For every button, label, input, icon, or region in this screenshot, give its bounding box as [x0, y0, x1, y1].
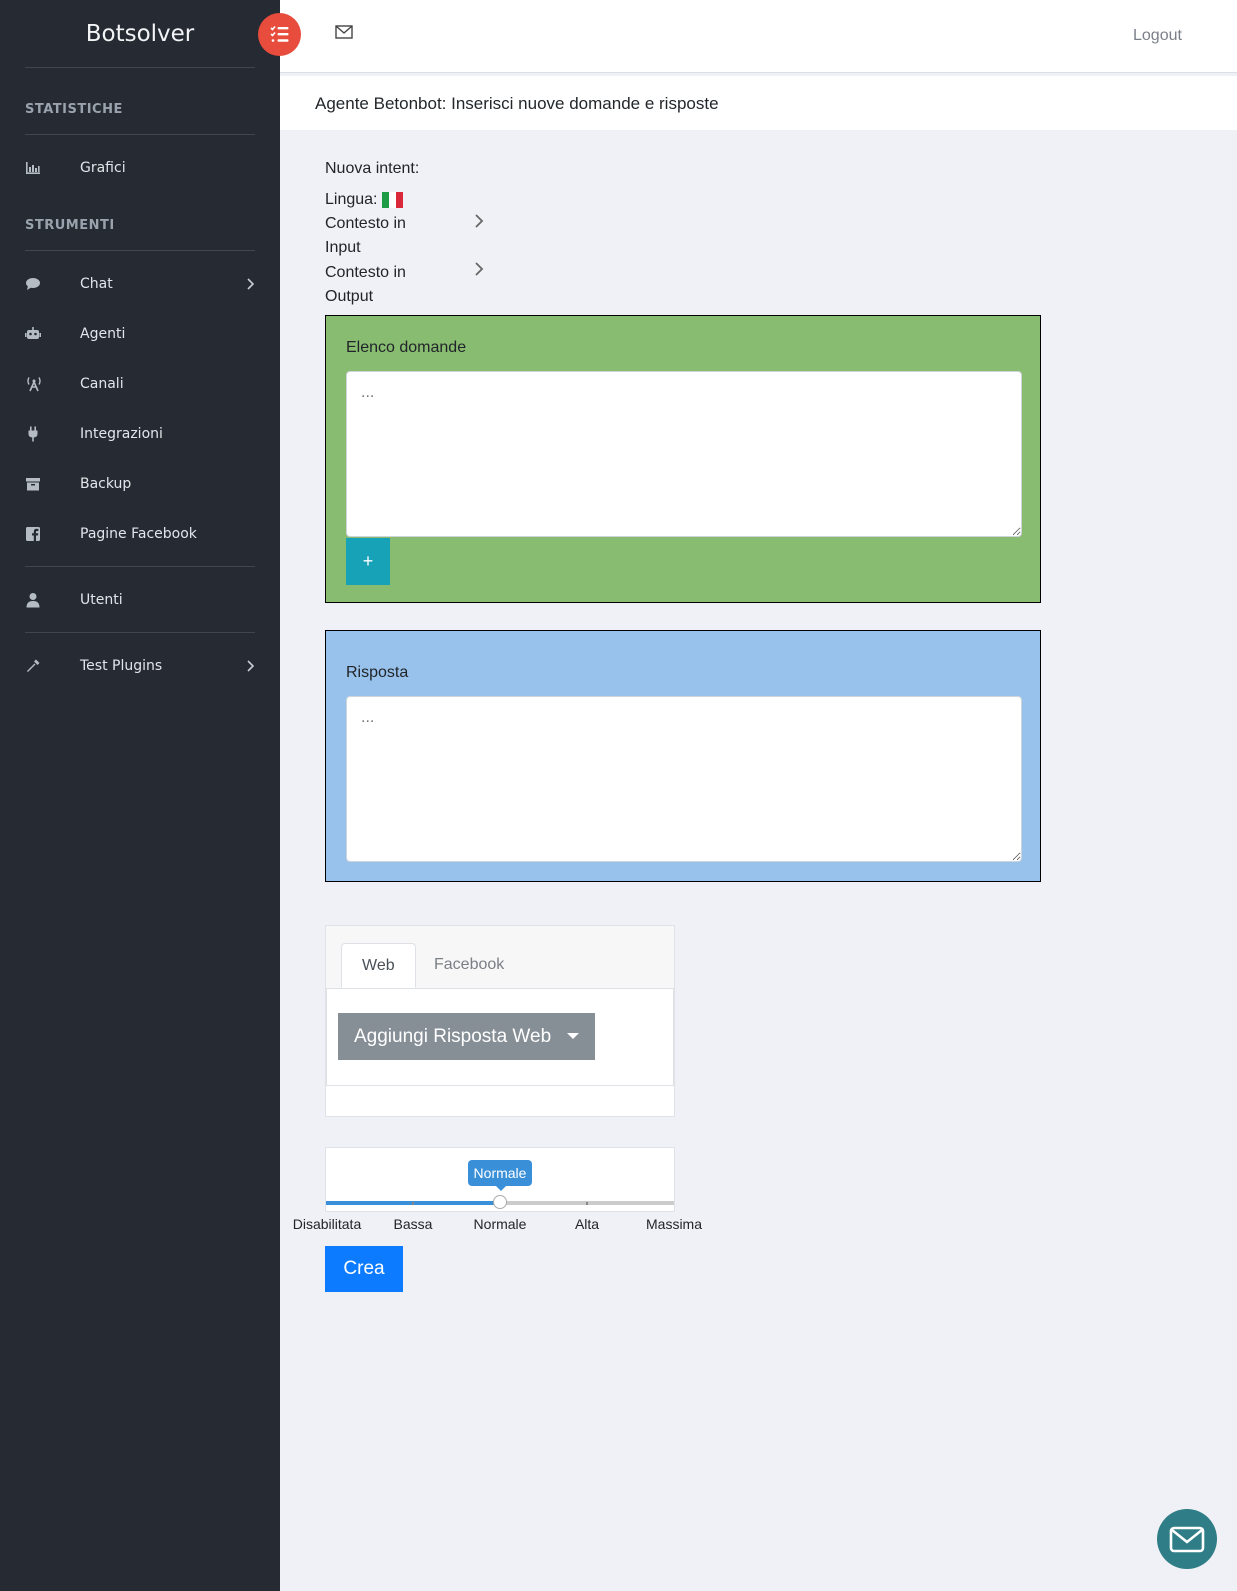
page-header: Agente Betonbot: Inserisci nuove domande…: [280, 76, 1237, 130]
bar-chart-icon: [25, 160, 41, 176]
chevron-right-icon: [246, 277, 256, 291]
envelope-icon[interactable]: [335, 25, 353, 39]
slider-tick: [412, 1202, 414, 1205]
context-output-label-line1: Contesto in: [325, 264, 406, 281]
sidebar-item-label: Backup: [80, 476, 132, 492]
user-icon: [25, 592, 41, 608]
response-tabs-card: Web Facebook Aggiungi Risposta Web: [325, 925, 675, 1117]
context-input-label-line2: Input: [325, 239, 361, 256]
divider: [25, 632, 255, 633]
sidebar-item-agenti[interactable]: Agenti: [0, 314, 280, 354]
sidebar-item-chat[interactable]: Chat: [0, 264, 280, 304]
questions-textarea[interactable]: [346, 371, 1022, 537]
sidebar-item-integrazioni[interactable]: Integrazioni: [0, 414, 280, 454]
caret-down-icon: [567, 1033, 579, 1039]
logout-link[interactable]: Logout: [1133, 27, 1182, 45]
tab-facebook[interactable]: Facebook: [414, 943, 524, 988]
eyedropper-icon: [25, 658, 41, 674]
sidebar-item-label: Canali: [80, 376, 124, 392]
language-label: Lingua:: [325, 191, 378, 208]
context-input-chevron-icon[interactable]: [474, 213, 484, 229]
answer-textarea[interactable]: [346, 696, 1022, 862]
add-web-response-label: Aggiungi Risposta Web: [354, 1026, 552, 1047]
sidebar-item-utenti[interactable]: Utenti: [0, 580, 280, 620]
slider-label-disabilitata: Disabilitata: [292, 1216, 362, 1232]
add-web-response-dropdown[interactable]: Aggiungi Risposta Web: [338, 1013, 595, 1060]
contact-float-button[interactable]: [1157, 1509, 1217, 1569]
sidebar-toggle-button[interactable]: [258, 13, 301, 56]
brand-title[interactable]: Botsolver: [0, 0, 280, 68]
sidebar-item-label: Integrazioni: [80, 426, 163, 442]
context-output-chevron-icon[interactable]: [474, 261, 484, 277]
facebook-icon: [25, 526, 41, 542]
page-title: Agente Betonbot: Inserisci nuove domande…: [315, 94, 719, 113]
slider-tick: [586, 1202, 588, 1205]
divider: [25, 250, 255, 251]
sidebar-item-pagine-facebook[interactable]: Pagine Facebook: [0, 514, 280, 554]
slider-label-alta: Alta: [574, 1216, 600, 1232]
slider-value-tooltip: Normale: [468, 1160, 532, 1191]
chevron-right-icon: [246, 659, 256, 673]
plug-icon: [25, 426, 41, 442]
slider-handle[interactable]: [493, 1195, 507, 1209]
italy-flag-icon[interactable]: [382, 192, 403, 208]
sidebar-item-label: Agenti: [80, 326, 126, 342]
robot-icon: [25, 326, 41, 342]
sidebar-item-canali[interactable]: Canali: [0, 364, 280, 404]
new-intent-label: Nuova intent:: [325, 160, 420, 177]
create-button[interactable]: Crea: [325, 1246, 403, 1292]
sidebar-item-grafici[interactable]: Grafici: [0, 148, 280, 188]
archive-icon: [25, 476, 41, 492]
questions-panel: Elenco domande +: [325, 315, 1041, 603]
context-input-label-line1: Contesto in: [325, 215, 406, 232]
sidebar-item-label: Utenti: [80, 592, 123, 608]
sidebar-item-backup[interactable]: Backup: [0, 464, 280, 504]
sidebar-item-label: Pagine Facebook: [80, 526, 197, 542]
divider: [25, 134, 255, 135]
tab-content: Aggiungi Risposta Web: [326, 988, 674, 1086]
sidebar-item-label: Test Plugins: [80, 658, 163, 674]
tab-bar: Web Facebook: [326, 926, 674, 989]
divider: [25, 67, 255, 68]
answer-panel: Risposta: [325, 630, 1041, 882]
comment-icon: [25, 276, 41, 292]
section-heading-statistiche: STATISTICHE: [25, 102, 123, 117]
slider-label-bassa: Bassa: [393, 1216, 433, 1232]
envelope-icon: [1169, 1526, 1205, 1553]
tab-web[interactable]: Web: [341, 943, 416, 988]
context-output-label-line2: Output: [325, 288, 374, 305]
sidebar-item-label: Chat: [80, 276, 113, 292]
divider: [25, 566, 255, 567]
questions-label: Elenco domande: [346, 339, 467, 356]
sidebar-item-test-plugins[interactable]: Test Plugins: [0, 646, 280, 686]
sidebar: Botsolver STATISTICHE Grafici STRUMENTI …: [0, 0, 280, 1591]
top-navbar: [280, 0, 1237, 73]
task-list-icon: [270, 25, 289, 42]
add-question-button[interactable]: +: [346, 538, 390, 585]
broadcast-icon: [25, 376, 41, 392]
sidebar-item-label: Grafici: [80, 160, 126, 176]
priority-slider[interactable]: Normale: [325, 1147, 675, 1212]
slider-label-massima: Massima: [645, 1216, 703, 1232]
answer-label: Risposta: [346, 664, 409, 681]
slider-label-normale: Normale: [473, 1216, 527, 1232]
section-heading-strumenti: STRUMENTI: [25, 218, 115, 233]
